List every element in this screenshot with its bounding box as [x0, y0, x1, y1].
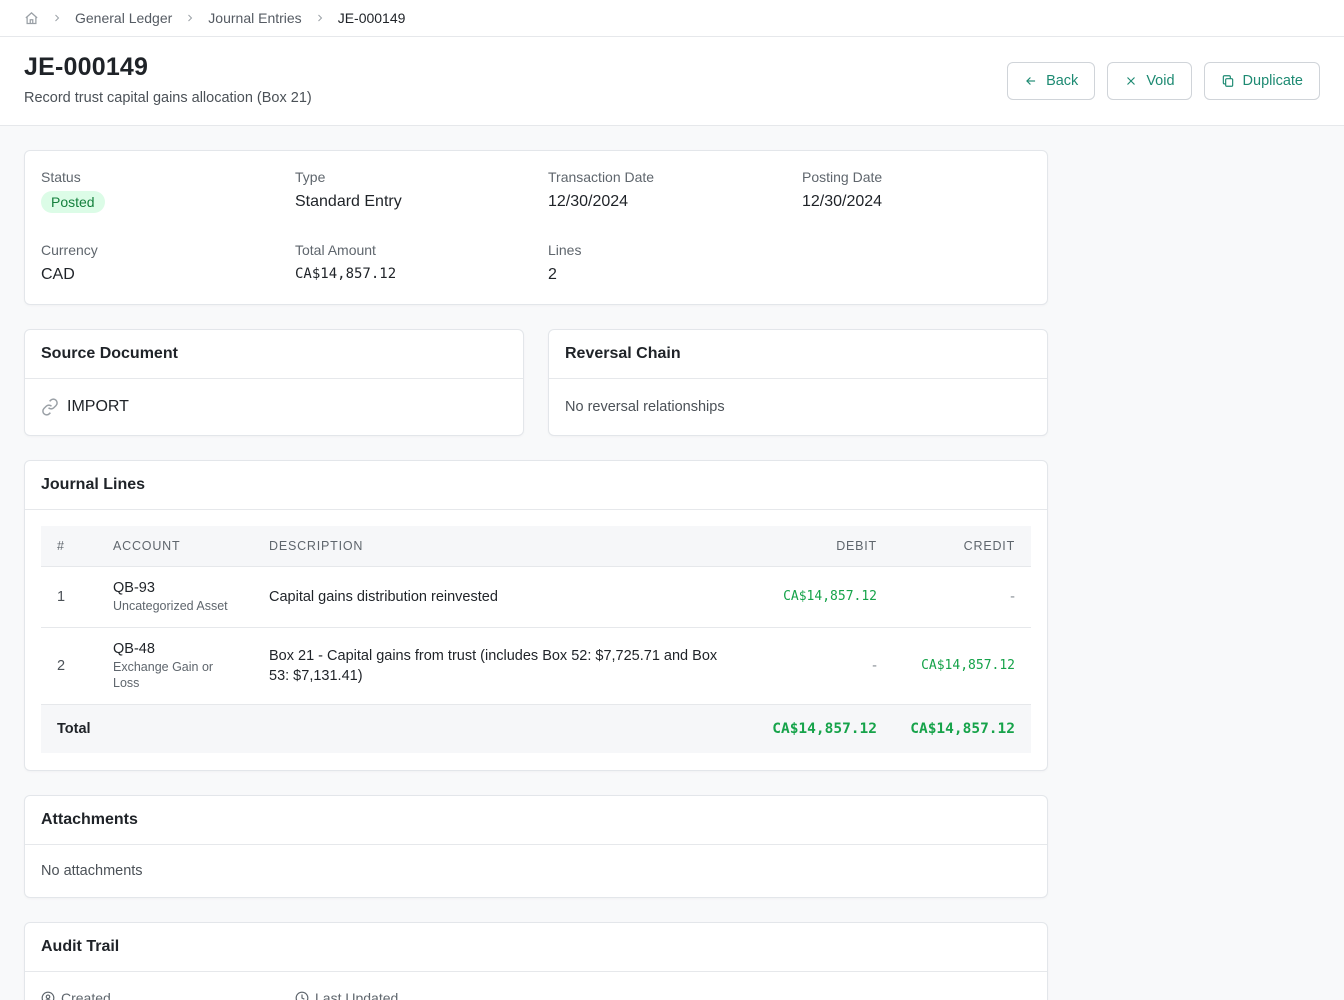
credit-amount: CA$14,857.12 [893, 627, 1031, 705]
breadcrumb-current: JE-000149 [337, 10, 406, 26]
line-number: 1 [41, 566, 97, 628]
attachments-title: Attachments [25, 796, 1047, 845]
lines-label: Lines [548, 242, 582, 258]
total-label: Total [57, 720, 91, 737]
page-header: JE-000149 Record trust capital gains all… [0, 37, 1344, 126]
entry-summary-card: Status Posted Type Standard Entry Transa… [24, 150, 1048, 305]
total-amount-field: Total Amount CA$14,857.12 [295, 242, 396, 282]
total-row: Total CA$14,857.12 CA$14,857.12 [41, 704, 1031, 753]
currency-field: Currency CAD [41, 242, 98, 284]
account-name: Exchange Gain or Loss [113, 659, 214, 690]
arrow-left-icon [1024, 74, 1038, 88]
lines-value: 2 [548, 266, 557, 283]
reversal-chain-empty: No reversal relationships [565, 399, 725, 415]
debit-amount: - [755, 627, 893, 705]
page-subtitle: Record trust capital gains allocation (B… [24, 90, 312, 106]
line-number: 2 [41, 627, 97, 705]
reversal-chain-title: Reversal Chain [549, 330, 1047, 379]
transaction-date-value: 12/30/2024 [548, 193, 629, 210]
audit-trail-fields: Created Last Updated [25, 972, 1047, 1000]
account-cell: QB-93 Uncategorized Asset [97, 566, 253, 628]
attachments-empty: No attachments [41, 863, 143, 879]
source-document-body: IMPORT [25, 379, 523, 435]
account-code[interactable]: QB-48 [113, 641, 237, 657]
close-icon [1124, 74, 1138, 88]
document-row: Source Document IMPORT Reversal Chain No… [24, 329, 1048, 436]
user-icon [41, 991, 55, 1000]
transaction-date-field: Transaction Date 12/30/2024 [548, 169, 654, 211]
status-field: Status Posted [41, 169, 105, 213]
home-icon[interactable] [24, 11, 39, 26]
link-icon [41, 398, 59, 416]
duplicate-button-label: Duplicate [1242, 73, 1303, 89]
status-label: Status [41, 169, 81, 185]
created-label: Created [61, 990, 111, 1000]
currency-value: CAD [41, 266, 75, 283]
clock-icon [295, 991, 309, 1000]
main-content: Status Posted Type Standard Entry Transa… [0, 126, 1048, 1000]
breadcrumb: General Ledger Journal Entries JE-000149 [0, 0, 1344, 37]
void-button-label: Void [1146, 73, 1175, 89]
column-header-number: # [41, 526, 97, 567]
status-badge: Posted [41, 191, 105, 213]
breadcrumb-journal-entries[interactable]: Journal Entries [208, 10, 301, 26]
source-document-link[interactable]: IMPORT [67, 398, 129, 416]
audit-trail-title: Audit Trail [25, 923, 1047, 972]
line-description: Capital gains distribution reinvested [253, 566, 755, 628]
table-row: 2 QB-48 Exchange Gain or Loss Box 21 - C… [41, 627, 1031, 705]
updated-field: Last Updated [295, 990, 398, 1000]
copy-icon [1221, 74, 1235, 88]
void-button[interactable]: Void [1107, 62, 1192, 100]
total-credit: CA$14,857.12 [910, 720, 1015, 737]
attachments-card: Attachments No attachments [24, 795, 1048, 898]
column-header-description: DESCRIPTION [253, 526, 755, 567]
type-label: Type [295, 169, 326, 185]
total-amount-label: Total Amount [295, 242, 376, 258]
table-header-row: # ACCOUNT DESCRIPTION DEBIT CREDIT [41, 526, 1031, 567]
type-value: Standard Entry [295, 193, 402, 210]
account-cell: QB-48 Exchange Gain or Loss [97, 627, 253, 705]
source-document-title: Source Document [25, 330, 523, 379]
debit-amount: CA$14,857.12 [755, 566, 893, 628]
currency-label: Currency [41, 242, 98, 258]
posting-date-label: Posting Date [802, 169, 883, 185]
audit-trail-card: Audit Trail Created Last Updated [24, 922, 1048, 1000]
breadcrumb-general-ledger[interactable]: General Ledger [75, 10, 172, 26]
chevron-right-icon [314, 12, 326, 24]
credit-amount: - [893, 566, 1031, 628]
table-row: 1 QB-93 Uncategorized Asset Capital gain… [41, 566, 1031, 628]
source-document-card: Source Document IMPORT [24, 329, 524, 436]
column-header-debit: DEBIT [755, 526, 893, 567]
header-actions: Back Void Duplicate [1007, 62, 1320, 100]
line-description: Box 21 - Capital gains from trust (inclu… [253, 627, 755, 705]
account-code[interactable]: QB-93 [113, 580, 237, 596]
posting-date-value: 12/30/2024 [802, 193, 883, 210]
page-title: JE-000149 [24, 53, 149, 81]
transaction-date-label: Transaction Date [548, 169, 655, 185]
lines-field: Lines 2 [548, 242, 581, 284]
total-debit: CA$14,857.12 [772, 720, 877, 737]
posting-date-field: Posting Date 12/30/2024 [802, 169, 882, 211]
back-button-label: Back [1046, 73, 1079, 89]
chevron-right-icon [51, 12, 63, 24]
journal-lines-table: # ACCOUNT DESCRIPTION DEBIT CREDIT 1 QB-… [41, 526, 1031, 753]
back-button[interactable]: Back [1007, 62, 1096, 100]
column-header-account: ACCOUNT [97, 526, 253, 567]
type-field: Type Standard Entry [295, 169, 402, 211]
created-field: Created [41, 990, 111, 1000]
column-header-credit: CREDIT [893, 526, 1031, 567]
account-name: Uncategorized Asset [113, 598, 228, 613]
updated-label: Last Updated [315, 990, 399, 1000]
total-amount-value: CA$14,857.12 [295, 266, 397, 282]
duplicate-button[interactable]: Duplicate [1203, 62, 1320, 100]
journal-lines-card: Journal Lines # ACCOUNT DESCRIPTION DEBI… [24, 460, 1048, 771]
journal-lines-title: Journal Lines [25, 461, 1047, 510]
chevron-right-icon [184, 12, 196, 24]
reversal-chain-card: Reversal Chain No reversal relationships [548, 329, 1048, 436]
